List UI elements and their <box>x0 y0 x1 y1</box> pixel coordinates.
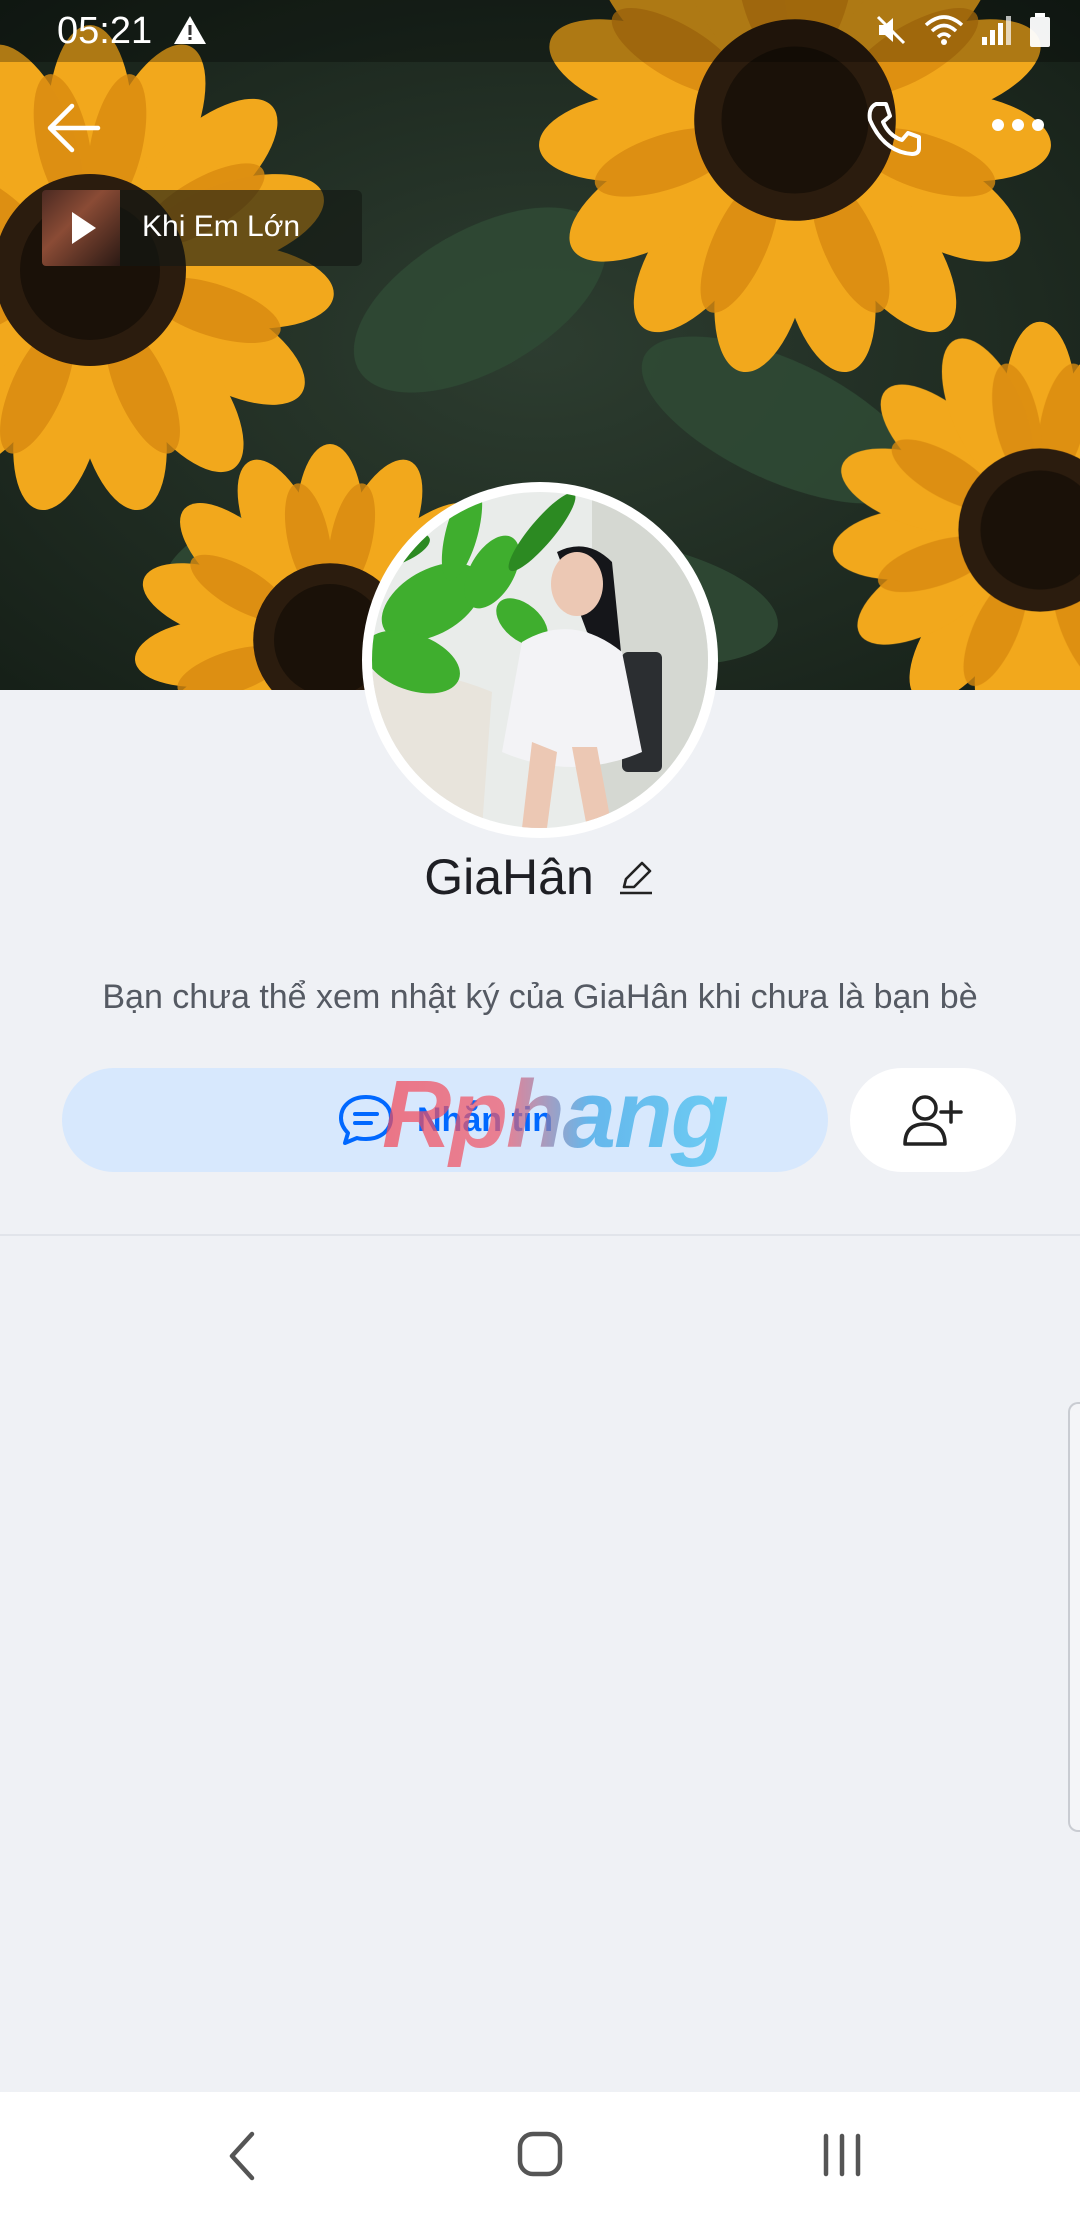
signal-icon <box>982 16 1011 45</box>
call-button[interactable] <box>862 98 924 160</box>
nav-recents-icon[interactable] <box>818 2132 866 2178</box>
music-title: Khi Em Lớn <box>142 210 301 243</box>
system-navigation-bar <box>0 2092 1080 2220</box>
mute-icon <box>876 15 906 45</box>
play-icon <box>72 212 96 244</box>
status-icons <box>874 12 1052 48</box>
profile-avatar[interactable] <box>362 482 718 838</box>
edge-panel-handle[interactable] <box>1068 1402 1080 1832</box>
more-options-button[interactable] <box>990 110 1046 140</box>
battery-icon <box>1030 13 1050 47</box>
message-button-label: Nhắn tin <box>417 1100 553 1139</box>
nav-home-icon[interactable] <box>516 2130 564 2178</box>
pencil-icon[interactable] <box>616 857 656 897</box>
message-button[interactable]: Nhắn tin <box>62 1068 828 1172</box>
more-dots-icon <box>992 119 1044 131</box>
avatar-image <box>372 492 708 828</box>
music-thumbnail <box>42 190 120 266</box>
profile-name: GiaHân <box>424 849 594 905</box>
back-button[interactable] <box>44 100 104 156</box>
add-friend-button[interactable] <box>850 1068 1016 1172</box>
status-bar: 05:21 <box>0 0 1080 62</box>
phone-icon <box>867 102 921 156</box>
warning-icon <box>174 16 206 44</box>
diary-privacy-notice: Bạn chưa thể xem nhật ký của GiaHân khi … <box>102 978 978 1016</box>
profile-name-row: GiaHân <box>0 848 1080 906</box>
back-arrow-icon <box>47 103 101 153</box>
add-user-icon <box>903 1095 963 1146</box>
section-divider <box>0 1234 1080 1236</box>
profile-music-chip[interactable]: Khi Em Lớn <box>42 190 362 266</box>
nav-back-icon[interactable] <box>222 2128 262 2184</box>
wifi-icon <box>924 15 964 45</box>
status-time: 05:21 <box>57 10 153 52</box>
chat-icon <box>339 1095 393 1145</box>
